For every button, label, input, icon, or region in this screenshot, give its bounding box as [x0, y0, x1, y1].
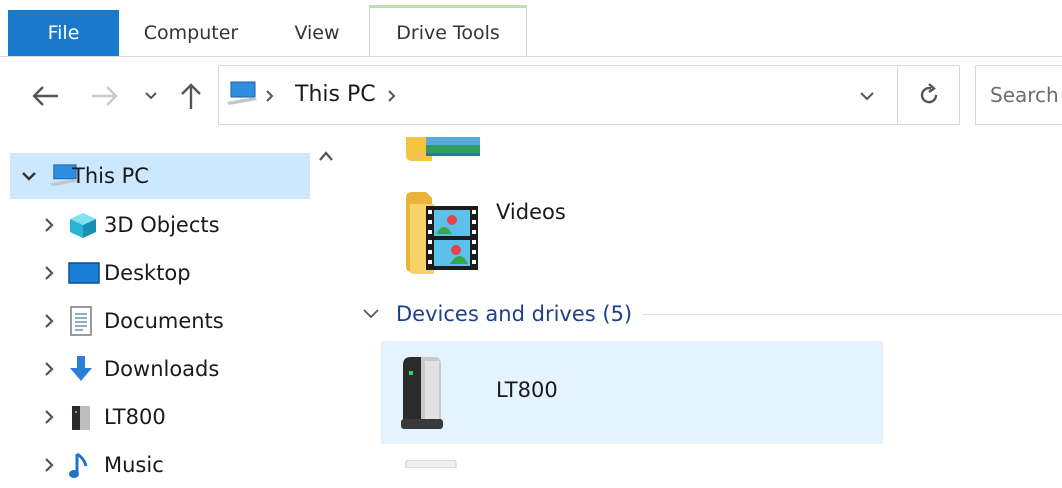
sidebar-item-label: 3D Objects [104, 213, 220, 237]
collapsed-chevron-icon[interactable] [30, 457, 68, 473]
sidebar-item-label: LT800 [104, 405, 166, 429]
sidebar-item-label: Music [104, 453, 164, 477]
forward-arrow-icon [92, 86, 118, 106]
collapsed-chevron-icon[interactable] [30, 361, 68, 377]
sidebar-item-label: Desktop [104, 261, 191, 285]
scroll-up-button[interactable] [312, 140, 340, 172]
address-history-icon[interactable] [859, 91, 875, 101]
collapsed-chevron-icon[interactable] [30, 265, 68, 281]
breadcrumb-this-pc[interactable]: This PC [295, 82, 376, 107]
this-pc-icon [227, 81, 257, 105]
sidebar-item-this-pc[interactable]: This PC [10, 153, 310, 199]
videos-label[interactable]: Videos [496, 200, 566, 224]
breadcrumb-chevron-icon[interactable] [387, 89, 397, 103]
documents-icon [68, 306, 100, 336]
pictures-folder-icon[interactable] [404, 137, 484, 163]
tab-file[interactable]: File [8, 10, 119, 56]
sidebar-item-lt800[interactable]: LT800 [10, 394, 330, 440]
next-drive-icon[interactable] [400, 460, 460, 468]
3d-objects-icon [68, 210, 100, 240]
up-arrow-icon [181, 83, 201, 109]
sidebar-item-music[interactable]: Music [10, 442, 330, 488]
refresh-button[interactable] [898, 65, 960, 125]
sidebar-item-3d-objects[interactable]: 3D Objects [10, 202, 330, 248]
sidebar-item-documents[interactable]: Documents [10, 298, 330, 344]
up-button[interactable] [176, 80, 206, 112]
tab-view[interactable]: View [278, 10, 356, 56]
sidebar-item-label: Downloads [104, 357, 220, 381]
drive-icon [68, 402, 100, 432]
search-input[interactable]: Search [990, 83, 1059, 107]
forward-button[interactable] [88, 80, 122, 112]
ribbon: File Computer View Drive Tools [0, 0, 1062, 57]
collapsed-chevron-icon[interactable] [30, 313, 68, 329]
chevron-up-icon [319, 151, 333, 161]
chevron-down-icon [145, 92, 157, 100]
collapsed-chevron-icon[interactable] [30, 217, 68, 233]
videos-folder-icon [406, 192, 478, 274]
sidebar-item-label: Documents [104, 309, 224, 333]
downloads-icon [68, 354, 100, 384]
search-box[interactable]: Search [975, 65, 1062, 125]
drive-icon [401, 357, 443, 429]
drive-tile-lt800[interactable]: LT800 [381, 341, 883, 444]
back-arrow-icon [32, 86, 58, 106]
back-button[interactable] [28, 80, 62, 112]
music-icon [68, 450, 100, 480]
address-bar[interactable]: This PC [218, 65, 898, 125]
sidebar-item-desktop[interactable]: Desktop [10, 250, 330, 296]
desktop-icon [68, 258, 100, 288]
collapsed-chevron-icon[interactable] [30, 409, 68, 425]
tab-drive-tools[interactable]: Drive Tools [369, 5, 527, 57]
group-collapse-chevron-icon[interactable] [362, 308, 380, 320]
expanded-chevron-icon[interactable] [10, 170, 48, 182]
breadcrumb-separator-icon [266, 90, 274, 102]
devices-group-header[interactable]: Devices and drives (5) [362, 298, 632, 330]
recent-locations-button[interactable] [140, 80, 162, 112]
tab-computer[interactable]: Computer [126, 10, 256, 56]
videos-folder[interactable] [404, 190, 484, 278]
sidebar-item-label: This PC [72, 164, 149, 188]
refresh-icon [920, 83, 937, 104]
sidebar-item-downloads[interactable]: Downloads [10, 346, 330, 392]
drive-label[interactable]: LT800 [496, 378, 558, 402]
group-divider [642, 314, 1062, 315]
devices-group-title: Devices and drives (5) [396, 302, 633, 326]
